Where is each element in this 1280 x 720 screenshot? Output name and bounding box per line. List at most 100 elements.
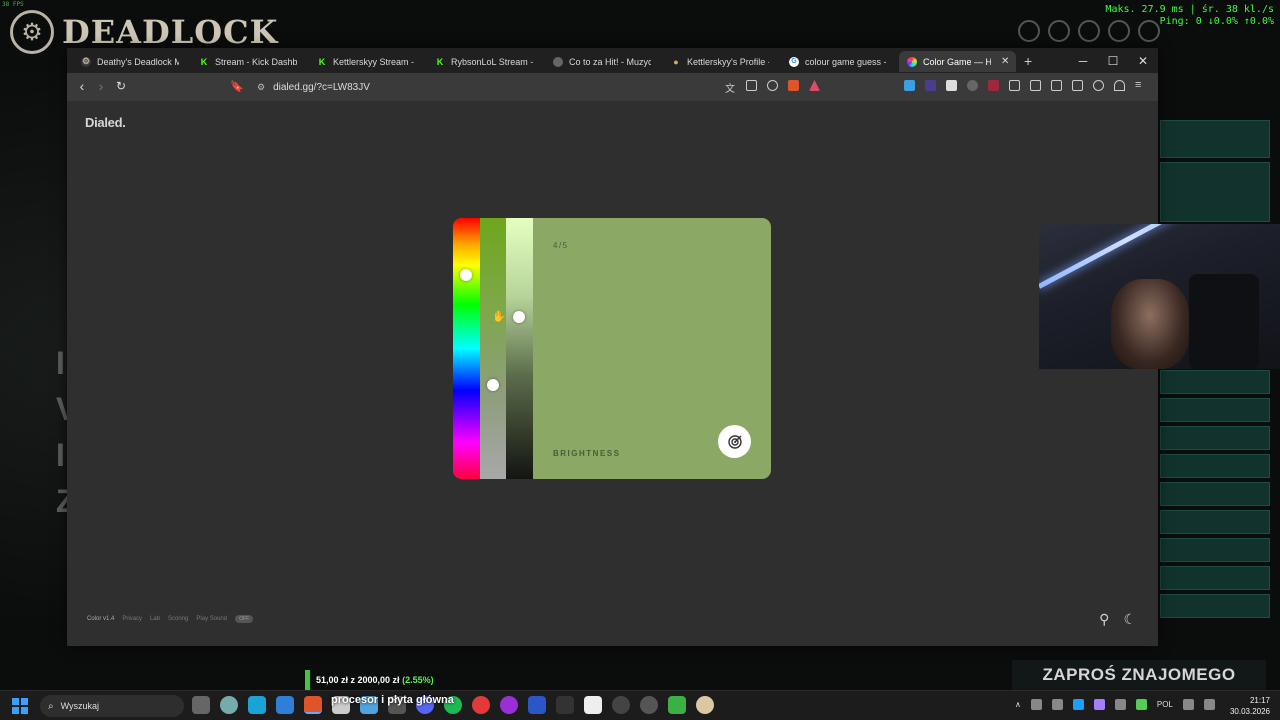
footer-link-lab[interactable]: Lab [150, 616, 160, 622]
tab-strip: ⚙ Deathy's Deadlock Meta K Stream - Kick… [67, 48, 1158, 73]
site-brand[interactable]: Dialed. [85, 115, 126, 130]
saturation-slider[interactable] [480, 218, 506, 479]
minimize-button[interactable]: ─ [1068, 48, 1098, 73]
app-icon[interactable] [696, 696, 714, 714]
color-card: ✋ 4/5 BRIGHTNESS [453, 218, 771, 479]
tab-kettlerskyy-stream[interactable]: K Kettlerskyy Stream - Wa [309, 51, 426, 72]
screenshot-icon[interactable] [1030, 80, 1041, 91]
network-icon[interactable] [1182, 699, 1194, 710]
footer-link-play-sound[interactable]: Play Sound [196, 616, 227, 622]
url-text: dialed.gg/?c=LW83JV [273, 82, 370, 93]
tray-icon[interactable] [1051, 699, 1063, 710]
windows-start-icon[interactable] [12, 698, 28, 714]
streamer-face [1111, 279, 1189, 369]
share-icon[interactable] [767, 80, 778, 91]
app-icon[interactable] [472, 696, 490, 714]
hand-cursor-icon: ✋ [492, 311, 506, 323]
taskbar-search[interactable]: ⌕ Wyszukaj [40, 695, 184, 717]
app-icon[interactable] [500, 696, 518, 714]
side-panel [1160, 538, 1270, 562]
app-icon[interactable] [612, 696, 630, 714]
tab-kettlerskyy-profile[interactable]: ● Kettlerskyy's Profile - St [663, 51, 780, 72]
taskbar-clock[interactable]: 21:17 30.03.2026 [1230, 695, 1270, 717]
tab-color-game[interactable]: Color Game — How ✕ [899, 51, 1016, 72]
forward-button[interactable]: › [92, 78, 110, 94]
tab-rybsonlol-stream[interactable]: K RybsonLoL Stream - Wa [427, 51, 544, 72]
app-icon[interactable] [556, 696, 574, 714]
address-bar[interactable]: ⚙ dialed.gg/?c=LW83JV [257, 78, 647, 97]
party-icon[interactable] [1018, 20, 1040, 42]
saturation-slider-handle[interactable] [487, 379, 499, 392]
site-info-icon[interactable]: ⚙ [257, 82, 265, 93]
extension-icon[interactable] [988, 80, 999, 91]
tray-chevron-icon[interactable]: ∧ [1015, 700, 1021, 709]
leo-ai-icon[interactable] [1093, 80, 1104, 91]
bookmark-icon[interactable]: 🔖 [228, 80, 246, 93]
clock-time: 21:17 [1249, 696, 1270, 705]
tab-title: Color Game — How [923, 56, 991, 67]
extension-icon[interactable] [925, 80, 936, 91]
app-icon[interactable] [528, 696, 546, 714]
tray-icon[interactable] [1114, 699, 1126, 710]
tab-kick-dashboard[interactable]: K Stream - Kick Dashboard [191, 51, 308, 72]
kick-icon: K [436, 56, 444, 67]
brightness-slider[interactable] [506, 218, 533, 479]
tab-title: Co to za Hit! - Muzyczn [569, 56, 651, 67]
translate-icon[interactable]: 文 [725, 80, 736, 95]
close-window-button[interactable]: ✕ [1128, 48, 1158, 73]
browser-window: ⚙ Deathy's Deadlock Meta K Stream - Kick… [67, 48, 1158, 646]
app-icon[interactable] [220, 696, 238, 714]
colorwheel-icon [907, 56, 917, 67]
close-tab-icon[interactable]: ✕ [1001, 56, 1009, 67]
page-content: Dialed. ✋ 4/5 BRIGHTNESS Color v1.4 Priv… [67, 101, 1158, 646]
new-tab-button[interactable]: + [1024, 53, 1032, 69]
kick-icon: K [200, 56, 208, 67]
hue-slider[interactable] [453, 218, 480, 479]
donation-percent: (2.55%) [402, 675, 434, 685]
tab-deadlock-meta[interactable]: ⚙ Deathy's Deadlock Meta [73, 51, 190, 72]
maximize-button[interactable]: ☐ [1098, 48, 1128, 73]
tray-icon[interactable] [1093, 699, 1105, 710]
sidebar-icon[interactable] [1051, 80, 1062, 91]
cast-icon[interactable] [746, 80, 757, 91]
deadlock-emblem-icon: ⚙ [10, 10, 54, 54]
explorer-icon[interactable] [276, 696, 294, 714]
footer-link-scoring[interactable]: Scoring [168, 616, 188, 622]
clock-date: 30.03.2026 [1229, 707, 1270, 716]
player-slot-icon[interactable] [1078, 20, 1100, 42]
extension-icon[interactable] [967, 80, 978, 91]
brave-icon[interactable] [304, 696, 322, 714]
sound-toggle[interactable]: OFF [235, 615, 254, 623]
side-panel [1160, 398, 1270, 422]
app-icon[interactable] [248, 696, 266, 714]
deadlock-taskbar-icon[interactable] [640, 696, 658, 714]
reload-button[interactable]: ↻ [112, 79, 130, 93]
game-side-panels [1160, 120, 1270, 680]
language-indicator[interactable]: POL [1157, 700, 1173, 709]
tab-co-to-za-hit[interactable]: Co to za Hit! - Muzyczn [545, 51, 662, 72]
minecraft-icon[interactable] [668, 696, 686, 714]
app-icon[interactable] [584, 696, 602, 714]
vpn-icon[interactable] [1114, 80, 1125, 91]
task-view-icon[interactable] [192, 696, 210, 714]
extensions-puzzle-icon[interactable] [1009, 80, 1020, 91]
tab-google-search[interactable]: G colour game guess - Sz [781, 51, 898, 72]
brave-shield-icon[interactable] [788, 80, 799, 91]
pin-icon[interactable]: ⚲ [1099, 611, 1109, 628]
player-slot-icon[interactable] [1048, 20, 1070, 42]
wallet-icon[interactable] [1072, 80, 1083, 91]
back-button[interactable]: ‹ [73, 78, 91, 94]
volume-icon[interactable] [1203, 699, 1215, 710]
mic-icon[interactable] [1135, 699, 1147, 710]
donation-goal: 51,00 zł z 2000,00 zł (2.55%) [305, 670, 465, 690]
steam-icon[interactable] [1072, 699, 1084, 710]
menu-icon[interactable]: ≡ [1135, 80, 1146, 91]
brave-rewards-icon[interactable] [809, 80, 820, 91]
profile-icon: ● [673, 56, 679, 67]
moon-icon[interactable]: ☾ [1123, 611, 1136, 628]
footer-link-privacy[interactable]: Privacy [122, 616, 142, 622]
extension-icon[interactable] [904, 80, 915, 91]
submit-guess-button[interactable] [718, 425, 751, 458]
extension-icon[interactable] [946, 80, 957, 91]
tray-icon[interactable] [1030, 699, 1042, 710]
